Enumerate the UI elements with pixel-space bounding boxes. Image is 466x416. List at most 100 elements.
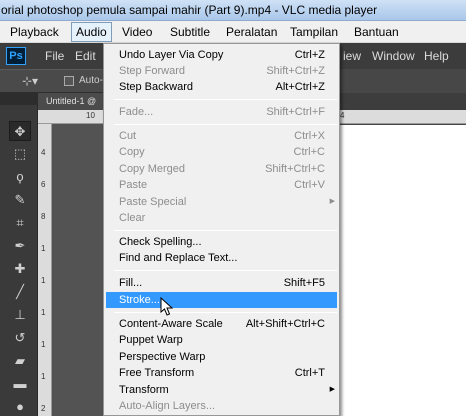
ruler-tick-label: 2 bbox=[41, 404, 46, 413]
ruler-tick-label: 1 bbox=[41, 308, 46, 317]
ps-menu-help[interactable]: Help bbox=[424, 43, 449, 69]
menu-item-label: Free Transform bbox=[119, 367, 195, 379]
menu-item-paste-special[interactable]: Paste Special ▶ bbox=[106, 194, 337, 210]
menu-item-shortcut: Ctrl+Z bbox=[294, 49, 325, 61]
ruler-vertical: 4 6 8 1 1 1 1 1 2 bbox=[38, 124, 52, 416]
pasteboard bbox=[53, 125, 105, 416]
ruler-tick-label: 10 bbox=[86, 111, 95, 120]
menu-item-auto-align-layers[interactable]: Auto-Align Layers... bbox=[106, 398, 337, 414]
vlc-menu-bantuan[interactable]: Bantuan bbox=[350, 21, 403, 43]
ruler-tick-label: 4 bbox=[340, 111, 345, 120]
auto-select-label: Auto- bbox=[79, 75, 103, 86]
menu-item-fade[interactable]: Fade... Shift+Ctrl+F bbox=[106, 104, 337, 120]
menu-item-shortcut: Ctrl+V bbox=[294, 179, 325, 191]
menu-item-content-aware-scale[interactable]: Content-Aware Scale Alt+Shift+Ctrl+C bbox=[106, 316, 337, 332]
menu-item-shortcut: Shift+Ctrl+F bbox=[266, 106, 325, 118]
menu-item-label: Content-Aware Scale bbox=[119, 318, 223, 330]
menu-item-label: Clear bbox=[119, 212, 146, 224]
toolbox-collapse-bar[interactable] bbox=[0, 93, 38, 105]
vlc-menu-playback[interactable]: Playback bbox=[6, 21, 63, 43]
submenu-arrow-icon: ▶ bbox=[329, 386, 335, 393]
vlc-menu-video[interactable]: Video bbox=[118, 21, 156, 43]
menu-item-step-backward[interactable]: Step Backward Alt+Ctrl+Z bbox=[106, 79, 337, 95]
menu-item-label: Fade... bbox=[119, 106, 154, 118]
quick-select-icon[interactable]: ✎ bbox=[9, 190, 31, 210]
menu-item-find-replace[interactable]: Find and Replace Text... bbox=[106, 250, 337, 266]
ruler-tick-label: 1 bbox=[41, 340, 46, 349]
blur-icon[interactable]: ● bbox=[9, 397, 31, 416]
edit-menu-dropdown: Undo Layer Via Copy Ctrl+Z Step Forward Sh… bbox=[103, 43, 340, 416]
submenu-arrow-icon: ▶ bbox=[329, 198, 335, 205]
mouse-pointer-icon bbox=[160, 297, 174, 316]
menu-item-shortcut: Ctrl+T bbox=[294, 367, 325, 379]
menu-item-label: Transform bbox=[119, 384, 169, 396]
menu-item-copy-merged[interactable]: Copy Merged Shift+Ctrl+C bbox=[106, 161, 337, 177]
menu-separator bbox=[114, 99, 337, 100]
menu-item-clear[interactable]: Clear bbox=[106, 210, 337, 226]
menu-item-label: Paste Special bbox=[119, 196, 187, 208]
menu-separator bbox=[114, 312, 337, 313]
eyedropper-icon[interactable]: ✒ bbox=[9, 236, 31, 256]
menu-item-cut[interactable]: Cut Ctrl+X bbox=[106, 128, 337, 144]
menu-item-label: Puppet Warp bbox=[119, 334, 183, 346]
menu-item-label: Copy Merged bbox=[119, 163, 186, 175]
menu-item-copy[interactable]: Copy Ctrl+C bbox=[106, 144, 337, 160]
document-tab-untitled[interactable]: Untitled-1 @ bbox=[38, 93, 108, 110]
ps-toolbox: ✥ ⬚ ϙ ✎ ⌗ ✒ ✚ ╱ ⊥ ↺ ▰ ▬ ● bbox=[0, 93, 38, 416]
menu-item-paste[interactable]: Paste Ctrl+V bbox=[106, 177, 337, 193]
menu-item-shortcut: Shift+F5 bbox=[283, 277, 325, 289]
menu-item-shortcut: Ctrl+X bbox=[294, 130, 325, 142]
ps-menu-view[interactable]: iew bbox=[343, 43, 361, 69]
move-tool-options-icon[interactable]: ⊹▾ bbox=[22, 74, 38, 88]
crop-icon[interactable]: ⌗ bbox=[9, 213, 31, 233]
brush-icon[interactable]: ╱ bbox=[9, 282, 31, 302]
auto-select-checkbox[interactable] bbox=[64, 76, 74, 86]
document-canvas[interactable] bbox=[335, 125, 466, 416]
vlc-menu-subtitle[interactable]: Subtitle bbox=[166, 21, 214, 43]
clone-stamp-icon[interactable]: ⊥ bbox=[9, 305, 31, 325]
move-icon[interactable]: ✥ bbox=[9, 121, 31, 141]
menu-item-label: Check Spelling... bbox=[119, 236, 202, 248]
menu-item-shortcut: Alt+Shift+Ctrl+C bbox=[245, 318, 325, 330]
ps-menu-edit[interactable]: Edit bbox=[75, 43, 96, 69]
ruler-tick-label: 4 bbox=[41, 148, 46, 157]
vlc-menu-audio[interactable]: Audio bbox=[71, 22, 112, 42]
vlc-menubar: Playback Audio Video Subtitle Peralatan … bbox=[0, 21, 466, 43]
menu-item-undo[interactable]: Undo Layer Via Copy Ctrl+Z bbox=[106, 47, 337, 63]
menu-item-shortcut: Alt+Ctrl+Z bbox=[275, 81, 325, 93]
menu-item-label: Undo Layer Via Copy bbox=[119, 49, 224, 61]
menu-item-perspective-warp[interactable]: Perspective Warp bbox=[106, 349, 337, 365]
menu-item-label: Stroke... bbox=[119, 294, 160, 306]
menu-item-label: Cut bbox=[119, 130, 137, 142]
marquee-icon[interactable]: ⬚ bbox=[9, 144, 31, 164]
menu-item-stroke[interactable]: Stroke... bbox=[106, 292, 337, 308]
ruler-tick-label: 6 bbox=[41, 180, 46, 189]
menu-item-check-spelling[interactable]: Check Spelling... bbox=[106, 234, 337, 250]
vlc-menu-tampilan[interactable]: Tampilan bbox=[286, 21, 342, 43]
vlc-menu-peralatan[interactable]: Peralatan bbox=[222, 21, 281, 43]
menu-item-shortcut: Ctrl+C bbox=[293, 146, 325, 158]
ps-menu-window[interactable]: Window bbox=[372, 43, 415, 69]
menu-item-label: Step Backward bbox=[119, 81, 193, 93]
menu-item-fill[interactable]: Fill... Shift+F5 bbox=[106, 275, 337, 291]
menu-separator bbox=[114, 124, 337, 125]
menu-item-free-transform[interactable]: Free Transform Ctrl+T bbox=[106, 365, 337, 381]
menu-item-transform[interactable]: Transform ▶ bbox=[106, 382, 337, 398]
menu-item-label: Copy bbox=[119, 146, 145, 158]
gradient-icon[interactable]: ▬ bbox=[9, 374, 31, 394]
menu-item-step-forward[interactable]: Step Forward Shift+Ctrl+Z bbox=[106, 63, 337, 79]
menu-item-label: Fill... bbox=[119, 277, 143, 289]
healing-brush-icon[interactable]: ✚ bbox=[9, 259, 31, 279]
history-brush-icon[interactable]: ↺ bbox=[9, 328, 31, 348]
menu-item-puppet-warp[interactable]: Puppet Warp bbox=[106, 332, 337, 348]
photoshop-logo: Ps bbox=[6, 47, 26, 65]
lasso-icon[interactable]: ϙ bbox=[9, 167, 31, 187]
menu-item-label: Paste bbox=[119, 179, 148, 191]
eraser-icon[interactable]: ▰ bbox=[9, 351, 31, 371]
menu-separator bbox=[114, 230, 337, 231]
ps-menu-file[interactable]: File bbox=[45, 43, 64, 69]
menu-item-shortcut: Shift+Ctrl+C bbox=[265, 163, 325, 175]
ruler-tick-label: 1 bbox=[41, 244, 46, 253]
menu-item-label: Auto-Align Layers... bbox=[119, 400, 215, 412]
menu-item-shortcut: Shift+Ctrl+Z bbox=[266, 65, 325, 77]
